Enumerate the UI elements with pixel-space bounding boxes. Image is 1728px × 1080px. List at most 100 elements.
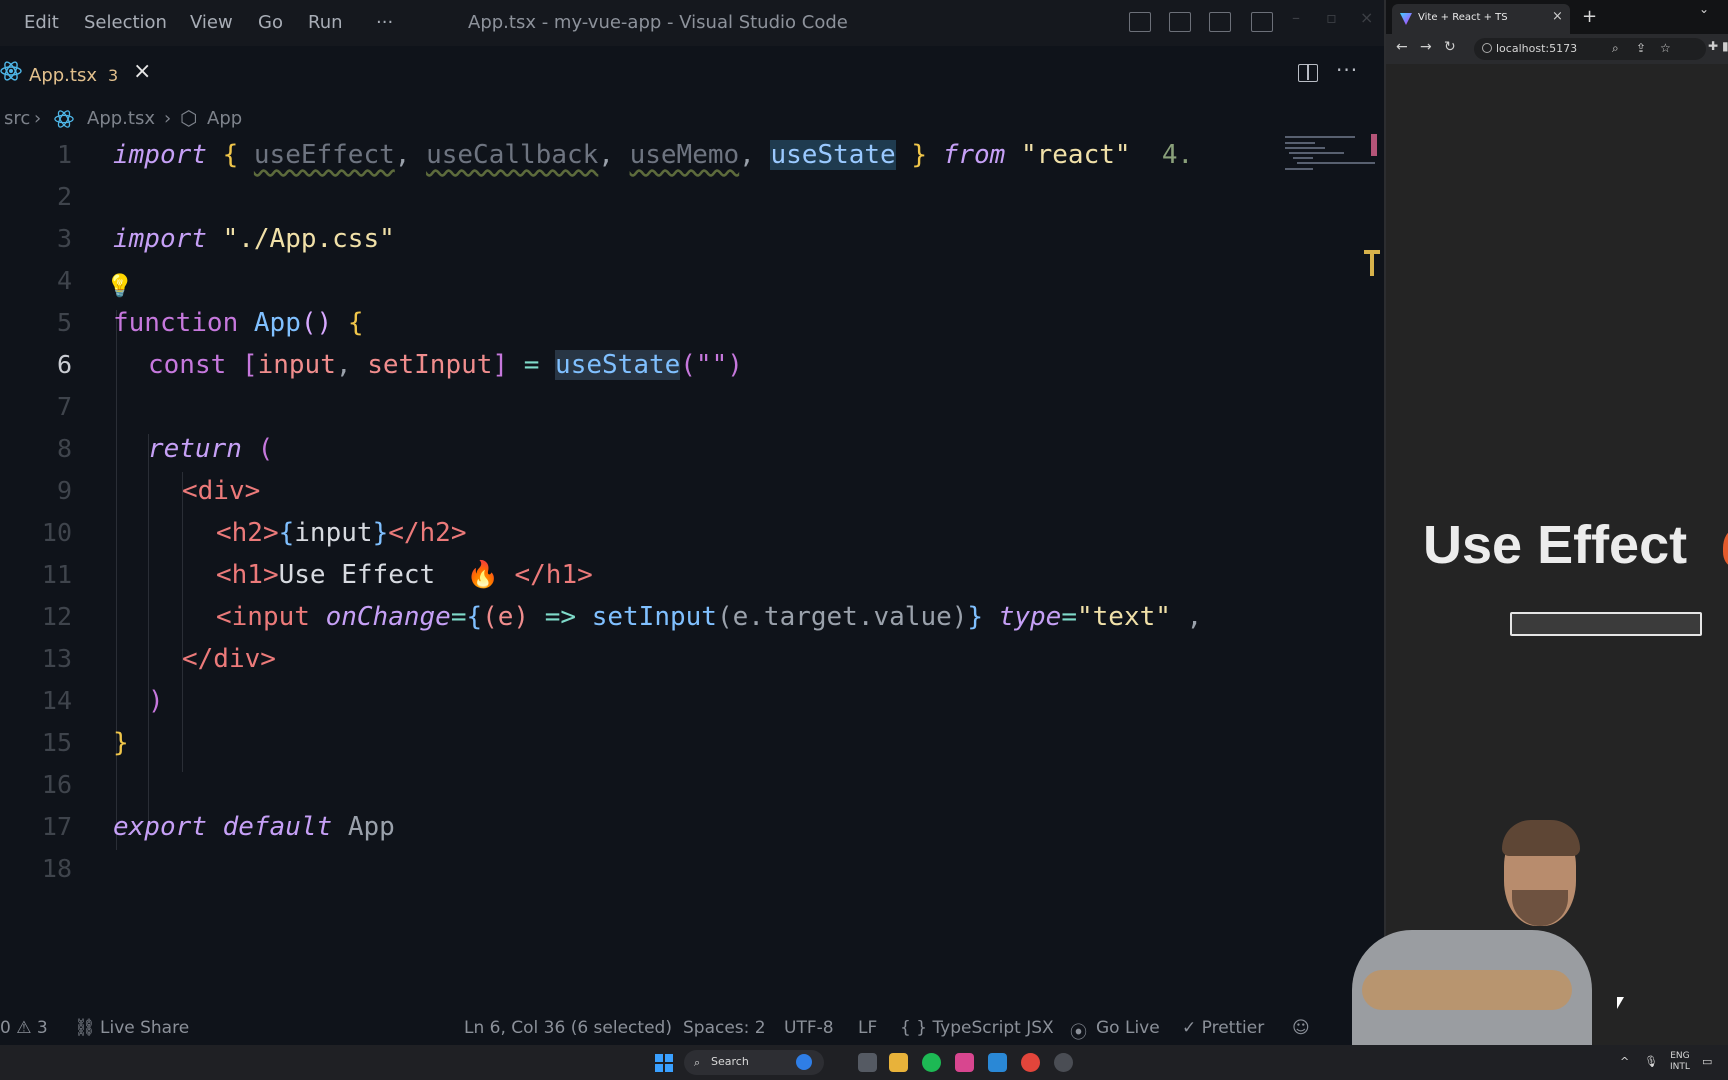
address-bar[interactable]: localhost:5173 ⌕ ⇪ ☆	[1474, 38, 1706, 60]
tab-search-chevron-icon[interactable]: ⌄	[1699, 2, 1709, 16]
code-line-8: return (	[148, 434, 273, 464]
flame-emoji-icon	[1723, 530, 1728, 566]
code-line-13: </div>	[182, 644, 276, 674]
keyword: function	[113, 308, 239, 338]
minimize-icon[interactable]: –	[1292, 8, 1300, 27]
string: "./App.css"	[222, 224, 395, 254]
browser-tab[interactable]: Vite + React + TS ×	[1392, 4, 1570, 34]
indent-guide	[116, 310, 117, 850]
toggle-panel-icon[interactable]	[1169, 12, 1191, 32]
chrome-app-icon[interactable]	[1021, 1053, 1040, 1072]
toggle-secondary-sidebar-icon[interactable]	[1209, 12, 1231, 32]
text-input[interactable]	[1510, 612, 1702, 636]
paren: (	[257, 434, 274, 464]
feedback-icon[interactable]: ☺	[1292, 1018, 1310, 1038]
browser-tab-close-icon[interactable]: ×	[1552, 9, 1563, 24]
share-icon[interactable]: ⇪	[1636, 41, 1646, 55]
obs-app-icon[interactable]	[1054, 1053, 1073, 1072]
microphone-icon[interactable]: 🎙	[1644, 1055, 1658, 1068]
menu-go[interactable]: Go	[258, 12, 283, 33]
import-cost-hint: 4.	[1161, 140, 1194, 170]
keyword: import	[113, 140, 207, 170]
arrow: =>	[544, 602, 577, 632]
toggle-primary-sidebar-icon[interactable]	[1129, 12, 1151, 32]
back-icon[interactable]: ←	[1396, 39, 1408, 55]
status-problems[interactable]: 0 ⚠ 3	[0, 1018, 48, 1038]
reload-icon[interactable]: ↻	[1444, 39, 1456, 55]
title-bar: Edit Selection View Go Run ··· App.tsx -…	[0, 0, 1384, 46]
code-line-17: export default App	[113, 812, 395, 842]
menu-run[interactable]: Run	[308, 12, 343, 33]
network-icon[interactable]: ▭	[1702, 1055, 1712, 1068]
forward-icon[interactable]: →	[1420, 39, 1432, 55]
line-number: 2	[56, 182, 72, 211]
breadcrumb-symbol[interactable]: App	[207, 108, 242, 129]
status-encoding[interactable]: UTF-8	[784, 1018, 834, 1038]
menu-edit[interactable]: Edit	[24, 12, 59, 33]
photos-app-icon[interactable]	[955, 1053, 974, 1072]
line-number: 11	[41, 560, 72, 589]
scrollbar-marker[interactable]	[1371, 134, 1377, 156]
status-eol[interactable]: LF	[858, 1018, 877, 1038]
zoom-icon[interactable]: ⌕	[1612, 41, 1619, 56]
status-cursor-position[interactable]: Ln 6, Col 36 (6 selected)	[464, 1018, 672, 1038]
bing-icon[interactable]	[796, 1054, 812, 1070]
line-number: 9	[56, 476, 72, 505]
lightbulb-icon[interactable]: 💡	[106, 274, 133, 299]
new-tab-icon[interactable]: +	[1582, 6, 1597, 27]
bookmark-star-icon[interactable]: ☆	[1660, 41, 1671, 55]
tab-problem-count: 3	[108, 66, 119, 85]
browser-toolbar: ← → ↻ localhost:5173 ⌕ ⇪ ☆ ✚ ▮	[1386, 34, 1728, 64]
keyword: import	[113, 224, 207, 254]
start-windows-icon[interactable]	[655, 1054, 673, 1072]
status-go-live[interactable]: Go Live	[1096, 1018, 1160, 1038]
status-live-share[interactable]: Live Share	[100, 1018, 189, 1038]
arguments: ("")	[680, 350, 743, 380]
code-line-5: function App() {	[113, 308, 363, 338]
code-editor[interactable]: 1 2 3 4 5 6 7 8 9 10 11 12 13 14 15 16 1…	[0, 140, 1384, 1010]
paren: )	[148, 686, 164, 716]
taskbar-search[interactable]: ⌕ Search	[684, 1050, 824, 1075]
operator: =	[1061, 602, 1077, 632]
task-view-icon[interactable]	[858, 1053, 877, 1072]
extensions-icon[interactable]: ✚	[1708, 39, 1718, 53]
browser-tab-title: Vite + React + TS	[1418, 12, 1508, 23]
presenter-arm	[1362, 970, 1572, 1010]
menu-selection[interactable]: Selection	[84, 12, 167, 33]
presenter-webcam	[1352, 820, 1612, 1045]
line-number: 15	[41, 728, 72, 757]
string: "text"	[1077, 602, 1171, 632]
close-window-icon[interactable]: ×	[1360, 8, 1373, 27]
menu-view[interactable]: View	[190, 12, 233, 33]
tab-label: App.tsx	[29, 65, 97, 86]
customize-layout-icon[interactable]	[1251, 12, 1273, 32]
more-actions-icon[interactable]: ···	[1336, 58, 1358, 82]
jsx-tag: </h2>	[388, 518, 467, 548]
spotify-icon[interactable]	[922, 1053, 941, 1072]
maximize-icon[interactable]: ▫	[1326, 8, 1337, 27]
highlighted-identifier: useState	[770, 140, 896, 170]
input-language[interactable]: ENG INTL	[1670, 1051, 1690, 1073]
file-explorer-icon[interactable]	[889, 1053, 908, 1072]
jsx-tag: <div>	[182, 476, 261, 506]
status-indentation[interactable]: Spaces: 2	[683, 1018, 766, 1038]
breadcrumb-src[interactable]: src	[4, 108, 30, 129]
status-prettier[interactable]: ✓ Prettier	[1182, 1018, 1264, 1038]
symbol-cube-icon: ⬡	[180, 106, 198, 130]
line-number: 7	[56, 392, 72, 421]
bracket: [	[241, 350, 258, 380]
vscode-app-icon[interactable]	[988, 1053, 1007, 1072]
comma: ,	[335, 350, 352, 380]
site-info-icon[interactable]	[1482, 43, 1492, 53]
tab-app-tsx[interactable]: App.tsx 3 ×	[0, 46, 162, 98]
split-editor-icon[interactable]	[1298, 64, 1318, 82]
side-panel-icon[interactable]: ▮	[1722, 39, 1728, 53]
tray-chevron-icon[interactable]: ^	[1620, 1055, 1629, 1068]
breadcrumb-file[interactable]: App.tsx	[87, 108, 155, 129]
tab-close-icon[interactable]: ×	[133, 59, 151, 84]
status-language[interactable]: { } TypeScript JSX	[900, 1018, 1054, 1038]
line-number: 13	[41, 644, 72, 673]
minimap[interactable]	[1285, 136, 1375, 176]
line-number: 4	[56, 266, 72, 295]
menu-more[interactable]: ···	[376, 12, 393, 33]
